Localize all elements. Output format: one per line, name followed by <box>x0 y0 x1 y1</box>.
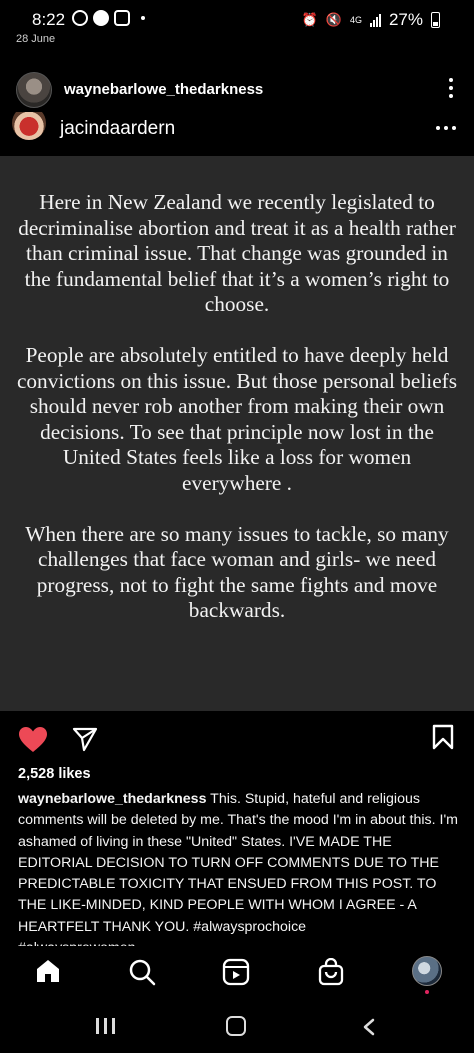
status-bar: 8:22 28 June ⏰ 🔇 4G 27% <box>0 0 474 52</box>
bottom-nav <box>0 946 474 996</box>
back-icon[interactable] <box>362 1018 376 1036</box>
network-type: 4G <box>349 15 362 25</box>
quote-text: Here in New Zealand we recently legislat… <box>14 190 460 649</box>
signal-icon <box>369 13 381 27</box>
status-time: 8:22 <box>32 10 66 29</box>
heart-icon[interactable] <box>18 726 48 753</box>
post-header: waynebarlowe_thedarkness <box>0 70 474 110</box>
bookmark-icon[interactable] <box>432 724 454 750</box>
caption-username[interactable]: waynebarlowe_thedarkness <box>18 791 206 807</box>
shared-author-username: jacindaardern <box>60 118 176 139</box>
author-avatar[interactable] <box>16 72 52 108</box>
system-nav-bar <box>0 996 474 1053</box>
status-notification-icons <box>72 10 145 26</box>
author-username[interactable]: waynebarlowe_thedarkness <box>64 81 263 98</box>
quote-paragraph: Here in New Zealand we recently legislat… <box>18 190 456 316</box>
home-icon[interactable] <box>34 958 62 984</box>
post-media[interactable]: jacindaardern Here in New Zealand we rec… <box>0 112 474 711</box>
shop-icon[interactable] <box>318 958 344 986</box>
recents-icon[interactable] <box>96 1018 115 1034</box>
caption-text: This. Stupid, hateful and religious comm… <box>18 791 458 935</box>
whatsapp-icon <box>72 10 88 26</box>
battery-icon <box>431 12 440 28</box>
instagram-icon <box>114 10 130 26</box>
shared-post-header: jacindaardern <box>0 112 474 156</box>
status-right-icons: ⏰ 🔇 4G 27% <box>302 10 440 30</box>
search-icon[interactable] <box>128 958 156 986</box>
likes-count[interactable]: 2,528 likes <box>18 766 91 782</box>
shared-author-avatar <box>12 112 46 140</box>
status-date: 28 June <box>16 33 56 45</box>
more-options-icon[interactable] <box>448 78 454 98</box>
quote-paragraph: When there are so many issues to tackle,… <box>25 521 449 623</box>
shared-more-icon <box>436 126 456 130</box>
post-caption: waynebarlowe_thedarkness This. Stupid, h… <box>18 789 460 947</box>
mute-icon: 🔇 <box>325 12 342 27</box>
reels-icon[interactable] <box>222 958 250 986</box>
system-home-icon[interactable] <box>226 1016 246 1036</box>
profile-avatar[interactable] <box>412 956 442 986</box>
post-actions <box>0 724 474 754</box>
send-icon[interactable] <box>72 726 98 752</box>
app-notification-icon <box>93 10 109 26</box>
alarm-icon: ⏰ <box>301 12 318 27</box>
quote-paragraph: People are absolutely entitled to have d… <box>16 343 458 495</box>
notification-dot <box>425 990 429 994</box>
more-notifications-dot-icon <box>141 16 145 20</box>
battery-percent: 27% <box>388 10 423 29</box>
